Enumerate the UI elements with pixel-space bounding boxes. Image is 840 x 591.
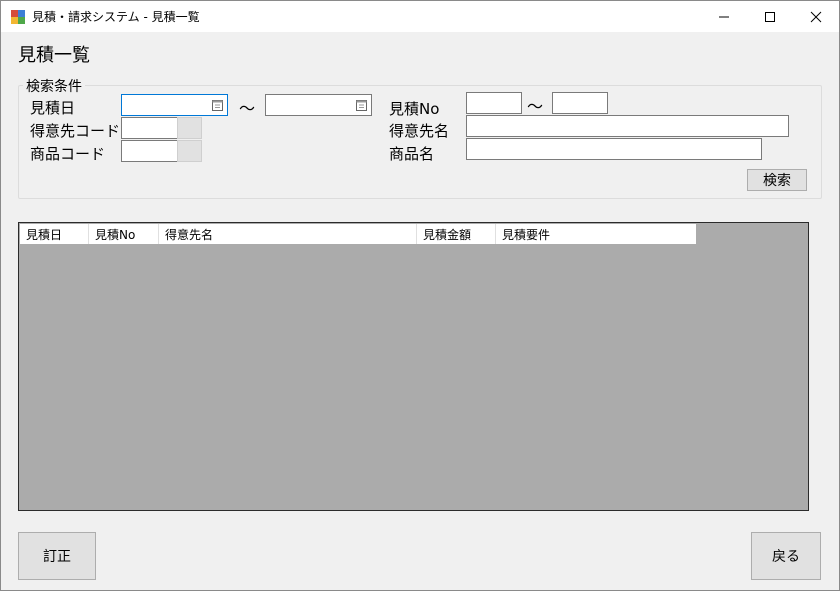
- customer-code-field[interactable]: [121, 117, 178, 139]
- back-button[interactable]: 戻る: [751, 532, 821, 580]
- product-name-label: 商品名: [389, 145, 435, 163]
- customer-lookup-button[interactable]: [177, 117, 202, 139]
- estimate-date-to-field[interactable]: [265, 94, 372, 116]
- column-header-estimate-amount[interactable]: 見積金額: [417, 224, 496, 244]
- minimize-icon: [719, 16, 729, 17]
- column-header-estimate-date[interactable]: 見積日: [20, 224, 89, 244]
- column-header-estimate-requirement[interactable]: 見積要件: [496, 224, 696, 244]
- grid-header: 見積日 見積No 得意先名 見積金額 見積要件: [20, 224, 696, 244]
- estimate-date-label: 見積日: [30, 99, 76, 117]
- customer-code-label: 得意先コード: [30, 122, 121, 140]
- search-conditions-label: 検索条件: [23, 76, 85, 96]
- page-title: 見積一覧: [18, 45, 90, 66]
- maximize-button[interactable]: [747, 1, 793, 32]
- calendar-icon[interactable]: [212, 99, 224, 111]
- maximize-icon: [765, 11, 775, 22]
- product-name-field[interactable]: [466, 138, 762, 160]
- no-range-separator: ～: [527, 97, 544, 116]
- customer-name-label: 得意先名: [389, 122, 450, 140]
- close-button[interactable]: [793, 1, 839, 32]
- title-bar[interactable]: 見積・請求システム - 見積一覧: [1, 1, 839, 32]
- window-title: 見積・請求システム - 見積一覧: [32, 10, 200, 24]
- app-window-icon: [11, 10, 25, 24]
- column-header-customer-name[interactable]: 得意先名: [159, 224, 417, 244]
- column-header-estimate-no[interactable]: 見積No: [89, 224, 159, 244]
- customer-name-field[interactable]: [466, 115, 789, 137]
- product-lookup-button[interactable]: [177, 140, 202, 162]
- estimate-no-to-field[interactable]: [552, 92, 608, 114]
- estimate-date-from-field[interactable]: [121, 94, 228, 116]
- estimate-no-label: 見積No: [389, 100, 440, 118]
- estimate-list-grid[interactable]: 見積日 見積No 得意先名 見積金額 見積要件: [18, 222, 809, 511]
- calendar-icon[interactable]: [356, 99, 368, 111]
- main-window: 見積・請求システム - 見積一覧 見積一覧 検索条件 見積日 ～ 見積No ～ …: [0, 0, 840, 591]
- search-button[interactable]: 検索: [747, 169, 807, 191]
- minimize-button[interactable]: [701, 1, 747, 32]
- correct-button[interactable]: 訂正: [18, 532, 96, 580]
- product-code-field[interactable]: [121, 140, 178, 162]
- date-range-separator: ～: [239, 99, 256, 118]
- close-icon: [810, 11, 822, 22]
- product-code-label: 商品コード: [30, 145, 106, 163]
- estimate-no-from-field[interactable]: [466, 92, 522, 114]
